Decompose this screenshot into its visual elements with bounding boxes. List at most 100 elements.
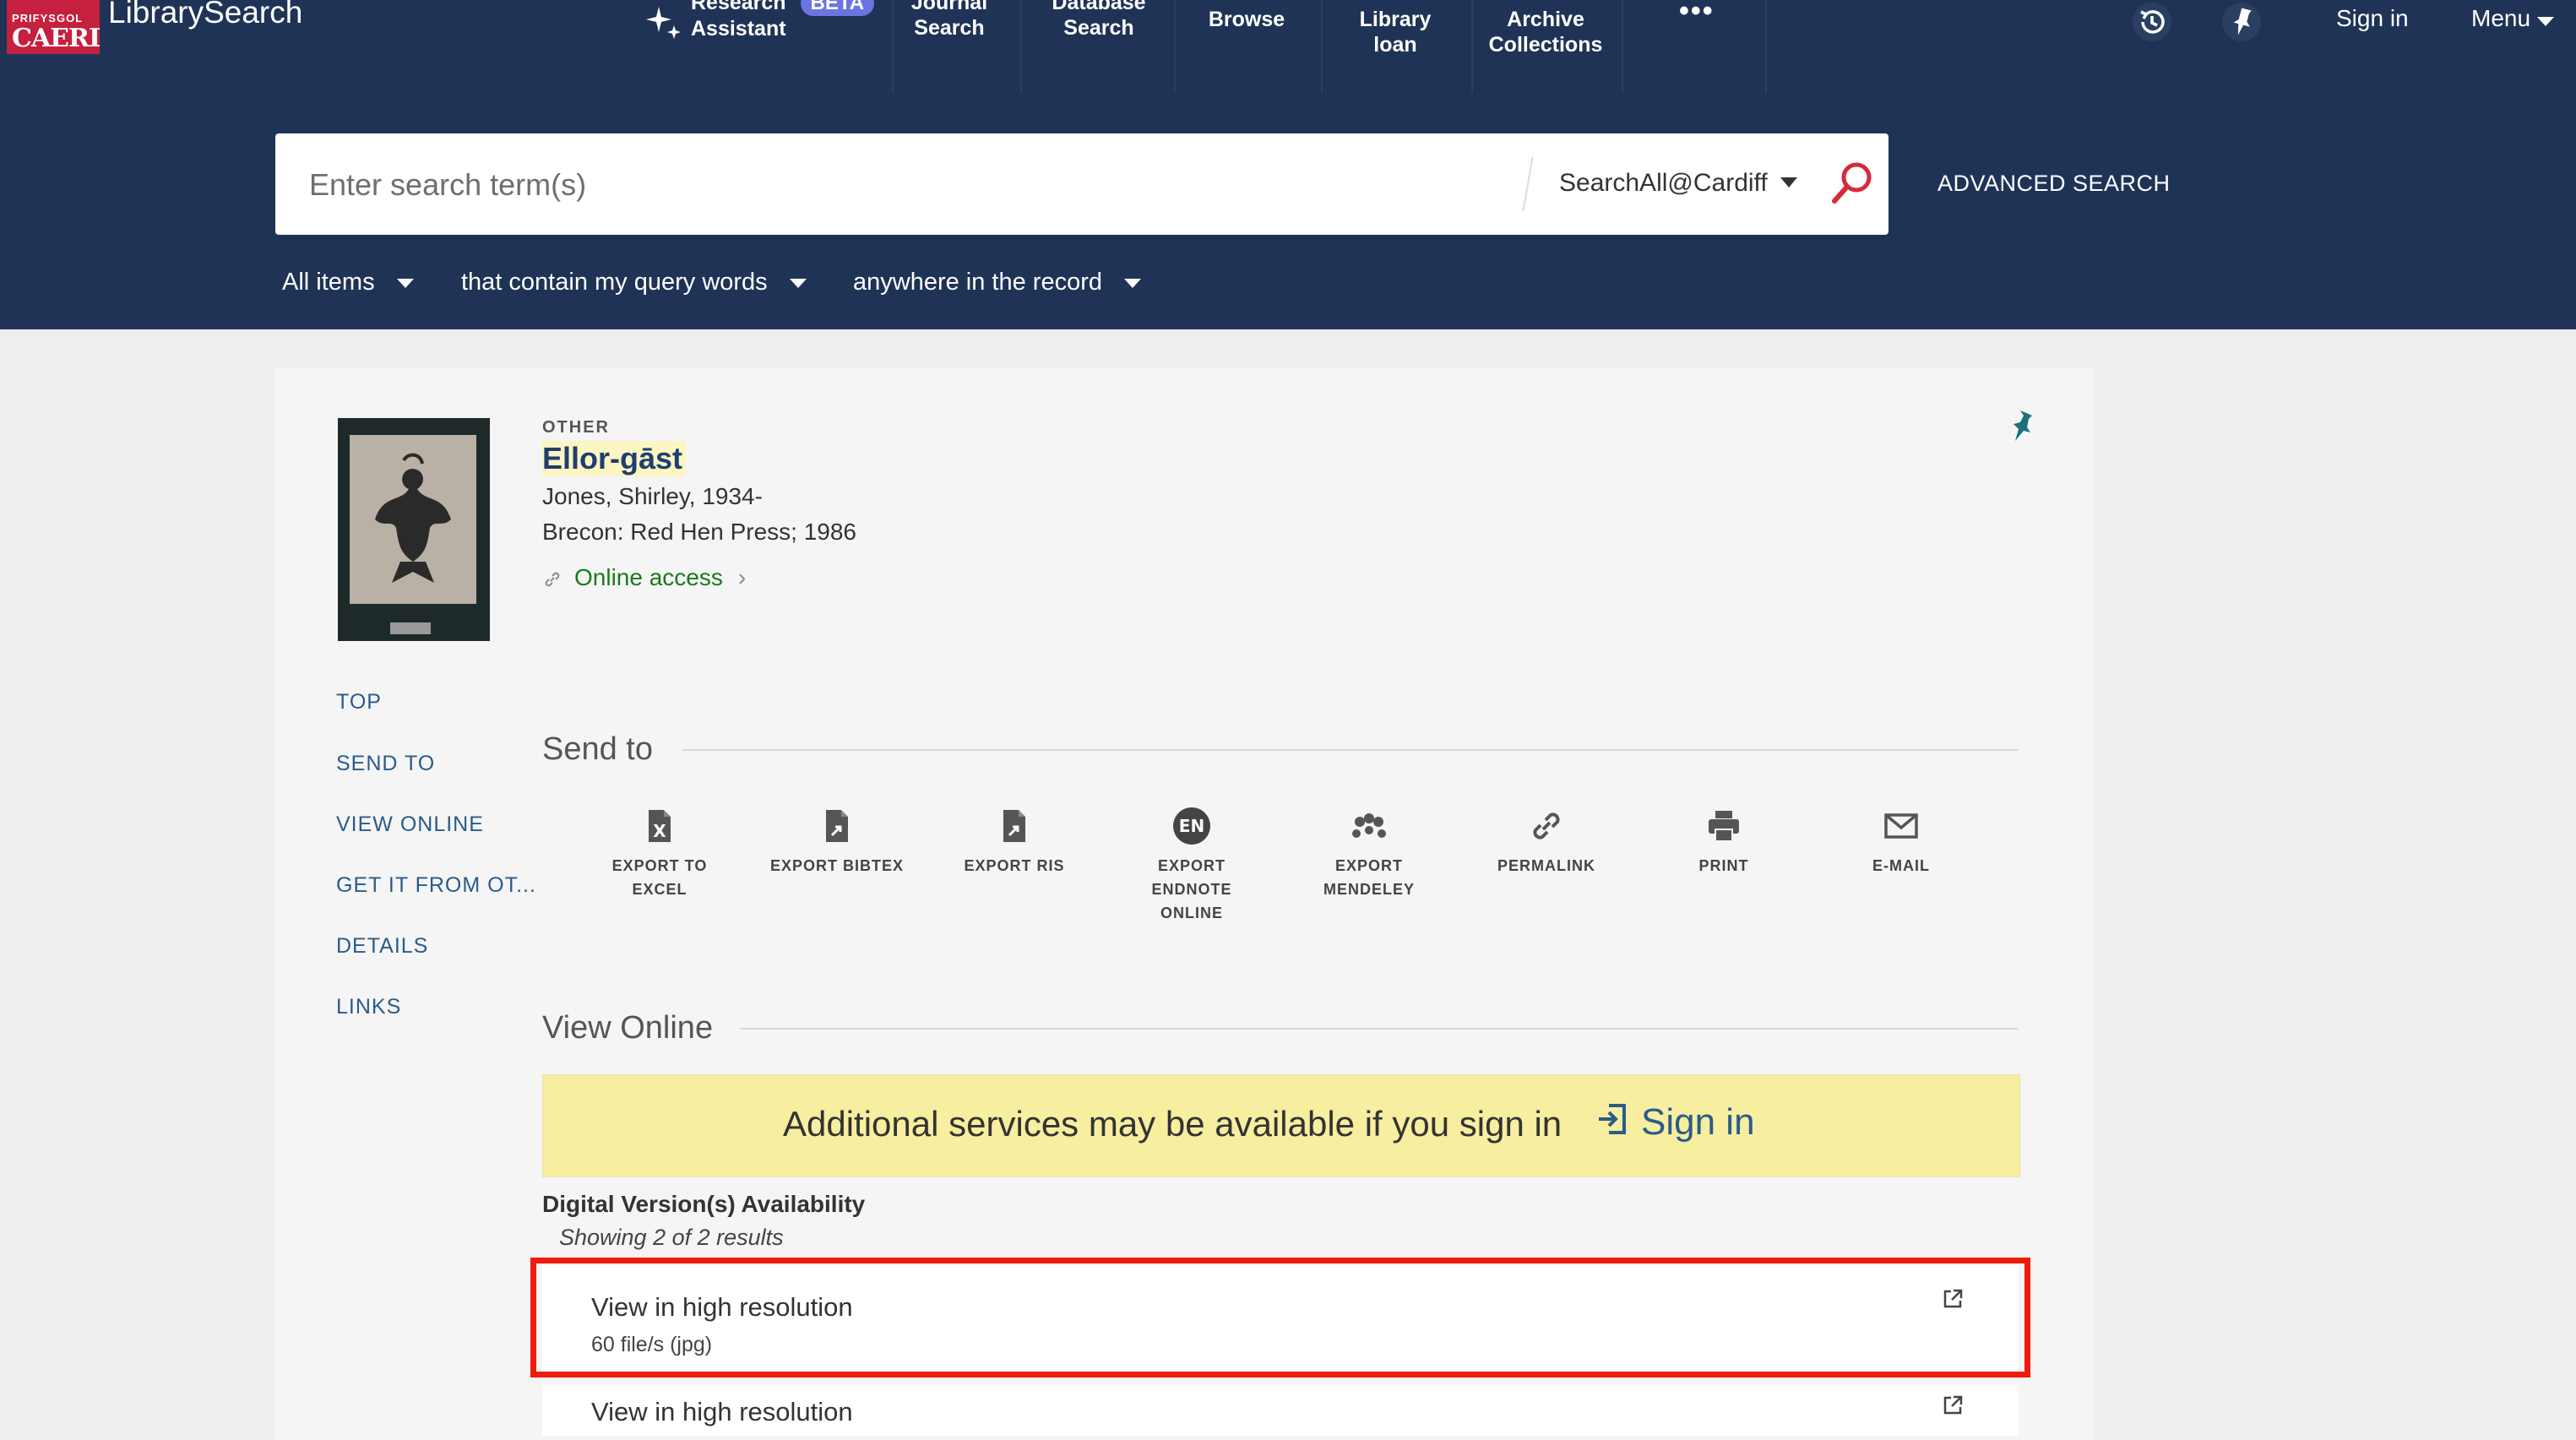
nav-divider [1622,0,1623,93]
top-sign-in-link[interactable]: Sign in [2336,5,2409,32]
action-label: EXPORT MENDELEY [1323,857,1415,898]
nav-divider [1765,0,1767,93]
nav-database-search[interactable]: Database Search [1035,0,1162,41]
link-icon [545,572,560,586]
record-publication: Brecon: Red Hen Press; 1986 [542,519,856,545]
email-button[interactable]: E-MAIL [1829,807,1973,878]
university-logo[interactable]: PRIFYSGOL CAERDYDD [7,0,100,54]
record-type-label: OTHER [542,418,610,437]
book-cover-thumbnail[interactable] [338,418,490,641]
nav-archive-line1: Archive [1507,8,1584,31]
action-label: EXPORT ENDNOTE ONLINE [1151,857,1232,921]
advanced-search-link[interactable]: ADVANCED SEARCH [1937,171,2171,197]
nav-divider [1020,0,1022,93]
side-nav-details[interactable]: DETAILS [336,934,428,959]
filter-query-precision[interactable]: that contain my query words [461,269,807,296]
nav-library-line1: Library [1359,8,1432,31]
record-author: Jones, Shirley, 1934- [542,483,763,509]
banner-message: Additional services may be available if … [783,1104,1562,1144]
record-title-link[interactable]: Ellor-gāst [542,441,687,476]
send-to-heading: Send to [542,731,653,767]
filter-label: All items [282,269,375,296]
export-endnote-button[interactable]: EN EXPORT ENDNOTE ONLINE [1120,807,1264,925]
section-divider [740,1028,2019,1030]
logo-text-bottom: CAERDYDD [12,24,100,53]
banner-sign-in-link[interactable]: Sign in [1595,1100,1755,1144]
nav-journal-line2: Search [914,16,985,40]
bird-illustration-icon [375,453,451,583]
side-nav-top[interactable]: TOP [336,690,382,715]
sign-in-icon [1599,1104,1626,1134]
highlight-annotation-box [530,1258,2030,1378]
side-nav-links[interactable]: LINKS [336,995,401,1019]
filter-material-type[interactable]: All items [282,269,414,296]
permalink-button[interactable]: PERMALINK [1475,807,1618,878]
chevron-down-icon [2537,17,2554,26]
nav-library-loan[interactable]: Library loan [1336,7,1454,57]
online-access-label: Online access [574,564,723,590]
section-divider [682,749,2019,751]
export-bibtex-icon [826,810,848,842]
export-excel-button[interactable]: X EXPORT TO EXCEL [588,807,731,901]
online-access-link[interactable]: Online access › [542,564,746,591]
print-button[interactable]: PRINT [1652,807,1796,878]
nav-research-line1: Research [691,0,786,14]
nav-journal-search[interactable]: Journal Search [900,0,998,41]
nav-divider [1321,0,1323,93]
nav-database-line1: Database [1052,0,1146,14]
action-label: E-MAIL [1872,857,1930,874]
beta-badge: BETA [800,0,875,16]
side-nav-view-online[interactable]: VIEW ONLINE [336,812,484,837]
chevron-down-icon [789,278,807,288]
svg-text:EN: EN [1179,816,1204,836]
results-count: Showing 2 of 2 results [559,1225,784,1250]
side-nav-get-it[interactable]: GET IT FROM OT... [336,873,536,898]
nav-research-assistant[interactable]: Research BETA Assistant [691,0,875,41]
nav-browse[interactable]: Browse [1186,7,1307,32]
action-label: PERMALINK [1497,857,1595,874]
view-online-heading: View Online [542,1010,714,1046]
chevron-down-icon [1124,278,1142,288]
endnote-icon: EN [1173,807,1210,845]
sign-in-banner: Additional services may be available if … [542,1074,2020,1177]
side-nav-send-to[interactable]: SEND TO [336,752,435,776]
pin-icon[interactable] [2221,2,2262,42]
nav-divider [1471,0,1473,93]
history-icon[interactable] [2132,2,2172,42]
chevron-down-icon [396,278,414,288]
export-ris-icon [1003,810,1025,842]
nav-divider [892,0,894,93]
nav-research-line2: Assistant [691,17,786,41]
print-icon [1709,811,1739,842]
nav-divider [1174,0,1176,93]
permalink-icon [1533,812,1560,840]
more-menu-button[interactable]: ••• [1679,0,1715,28]
mendeley-icon [1352,813,1386,838]
export-bibtex-button[interactable]: EXPORT BIBTEX [765,807,909,878]
chevron-down-icon[interactable] [1780,177,1797,187]
search-scope-select[interactable]: SearchAll@Cardiff [1559,169,1768,198]
export-ris-button[interactable]: EXPORT RIS [943,807,1086,878]
digital-versions-heading: Digital Version(s) Availability [542,1191,866,1217]
svg-text:X: X [653,821,666,841]
brand-name[interactable]: LibrarySearch [108,0,302,30]
search-icon[interactable] [1826,157,1878,209]
filter-label: that contain my query words [461,269,768,296]
nav-database-line2: Search [1063,16,1134,40]
search-input[interactable] [307,160,1493,209]
digital-version-item[interactable]: View in high resolution [542,1385,2019,1436]
export-mendeley-button[interactable]: EXPORT MENDELEY [1297,807,1441,901]
top-menu-button[interactable]: Menu [2471,5,2530,32]
filter-search-field[interactable]: anywhere in the record [853,269,1142,296]
pin-record-icon[interactable] [2008,409,2039,443]
search-divider [1522,157,1534,211]
nav-archive-collections[interactable]: Archive Collections [1478,7,1613,57]
logo-text-top: PRIFYSGOL [12,12,84,24]
digital-version-title: View in high resolution [591,1397,853,1426]
nav-archive-line2: Collections [1488,33,1603,57]
cover-pager-indicator [390,622,431,634]
sparkle-icon [646,7,681,39]
nav-journal-line1: Journal [910,0,988,14]
action-label: EXPORT BIBTEX [769,857,905,874]
external-link-icon[interactable] [1941,1394,1965,1417]
